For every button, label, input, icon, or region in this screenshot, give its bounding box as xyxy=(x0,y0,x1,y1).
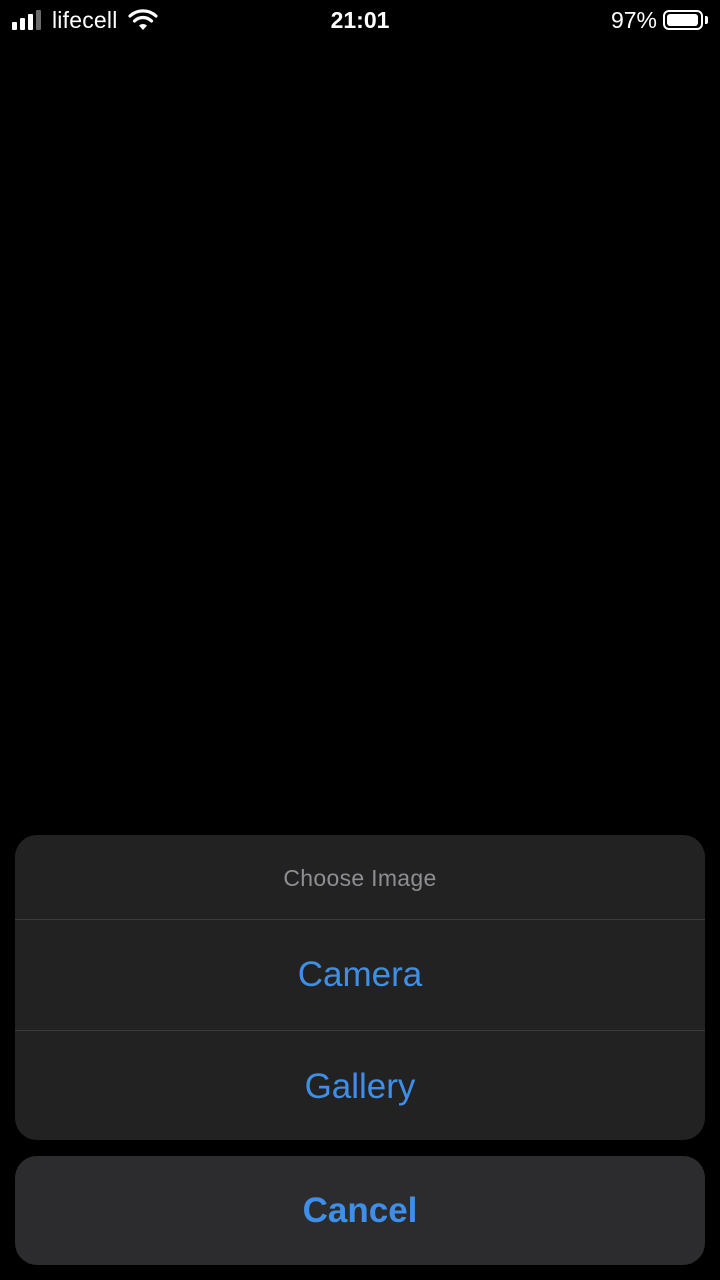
status-bar-right: 97% xyxy=(611,6,708,34)
cancel-button[interactable]: Cancel xyxy=(15,1156,705,1265)
action-sheet: Choose Image Camera Gallery xyxy=(15,835,705,1140)
gallery-button[interactable]: Gallery xyxy=(15,1031,705,1140)
battery-tip xyxy=(705,16,708,24)
camera-button[interactable]: Camera xyxy=(15,920,705,1030)
battery-fill xyxy=(667,14,698,26)
action-sheet-title: Choose Image xyxy=(283,865,437,891)
battery-icon xyxy=(663,10,703,30)
screen: lifecell 21:01 97% Choose Image Camera G… xyxy=(0,0,720,1280)
battery-percentage: 97% xyxy=(610,6,657,33)
status-bar: lifecell 21:01 97% xyxy=(0,0,720,40)
